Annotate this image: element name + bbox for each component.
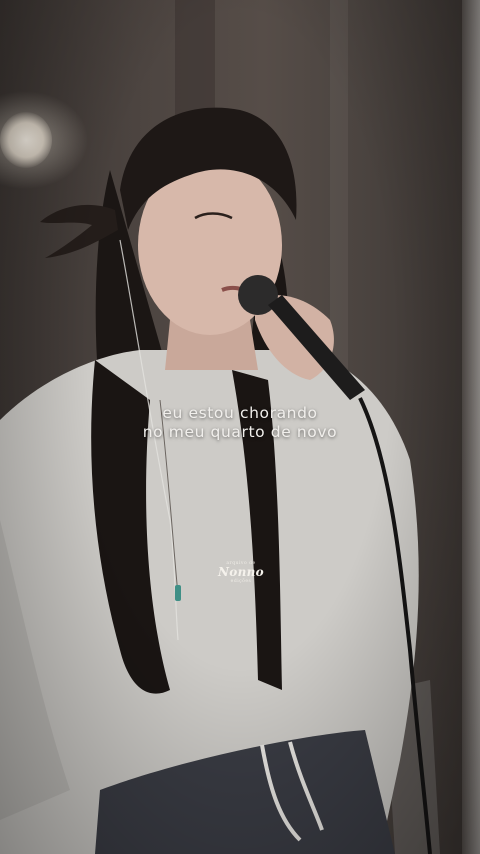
- watermark-bottom-text: edições: [230, 579, 252, 584]
- lyrics-caption: eu estou chorando no meu quarto de novo: [0, 404, 480, 442]
- watermark-logo: arquivo de Nonno edições: [217, 561, 265, 585]
- lyrics-line-2: no meu quarto de novo: [142, 423, 338, 441]
- watermark-main-text: Nonno: [218, 565, 264, 579]
- video-frame[interactable]: eu estou chorando no meu quarto de novo …: [0, 0, 480, 854]
- necklace-pendant: [175, 585, 181, 601]
- lyrics-line-1: eu estou chorando: [162, 404, 318, 422]
- watermark-top-text: arquivo de: [226, 561, 256, 566]
